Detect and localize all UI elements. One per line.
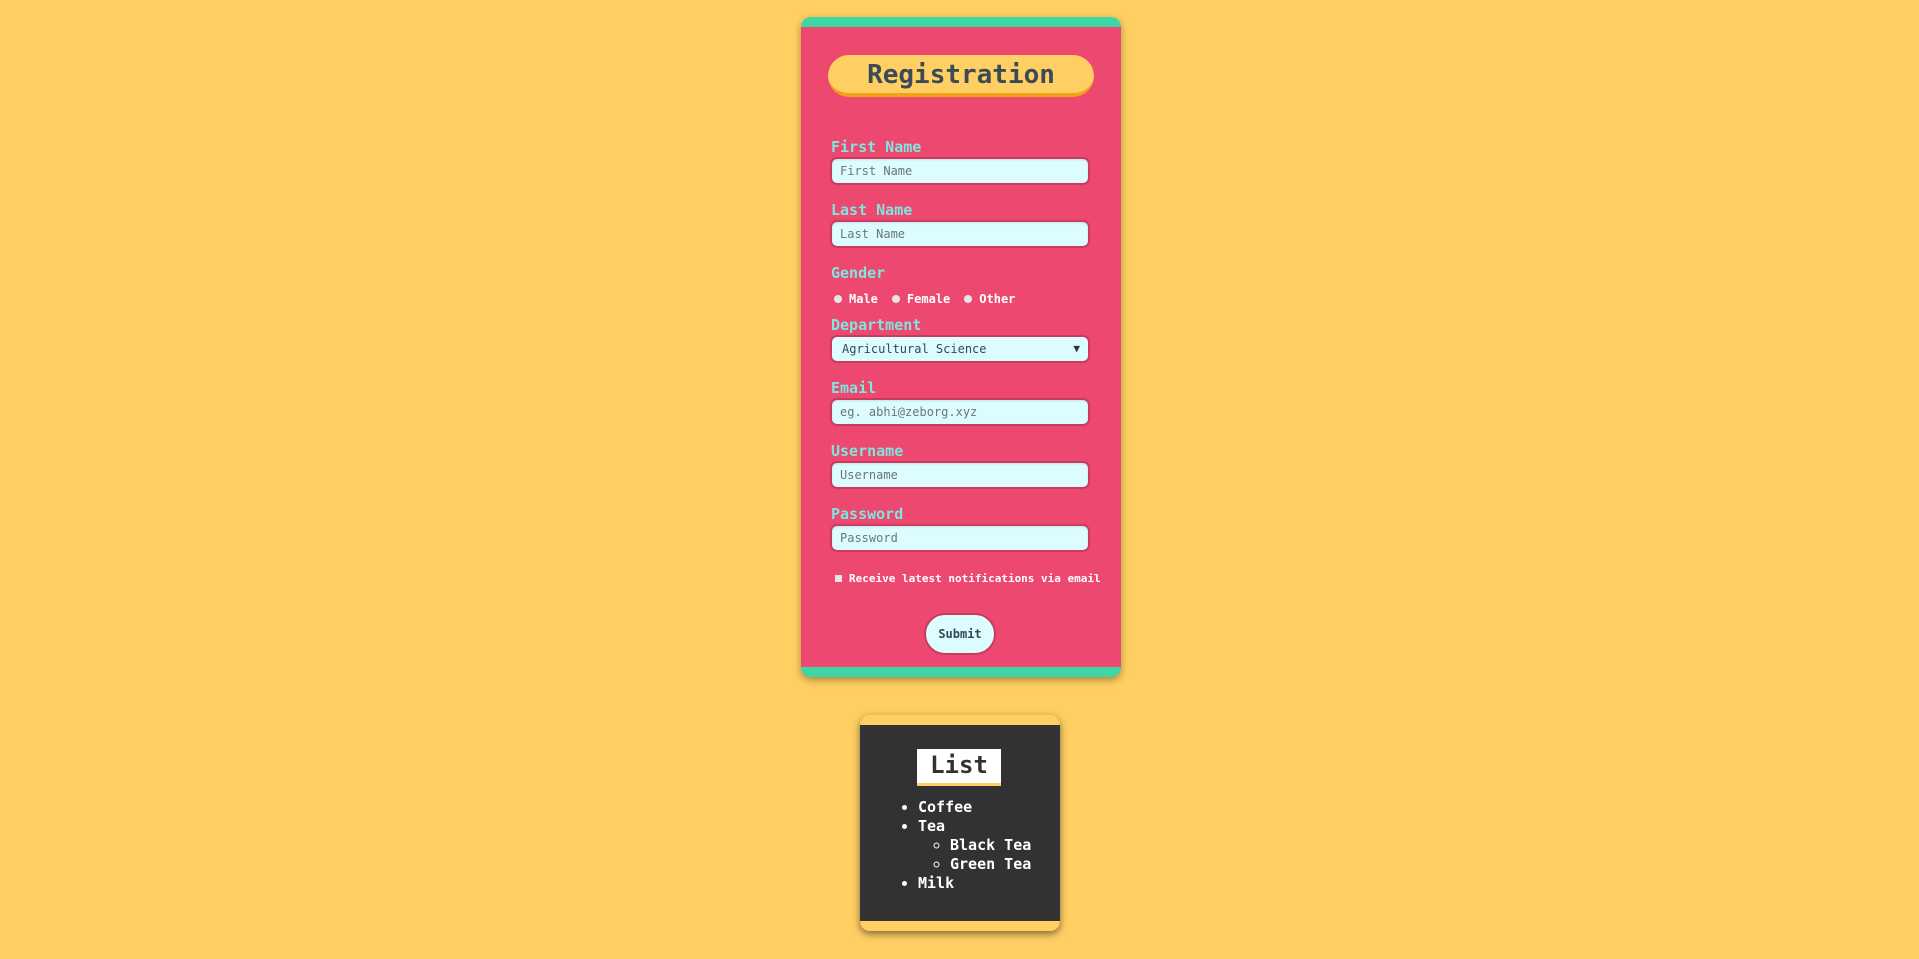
gender-radio-group: Male Female Other [834, 291, 1029, 307]
first-name-input[interactable] [830, 157, 1090, 185]
list-item-milk: Milk [918, 874, 1031, 893]
notifications-label: Receive latest notifications via email [849, 572, 1101, 585]
list-item-tea: Tea Black Tea Green Tea [918, 817, 1031, 874]
department-selected-value: Agricultural Science [842, 342, 987, 356]
list: Coffee Tea Black Tea Green Tea Milk [860, 798, 1031, 893]
list-item-label: Green Tea [950, 855, 1032, 873]
list-title: List [917, 749, 1001, 786]
last-name-label: Last Name [831, 201, 913, 219]
gender-radio-other[interactable]: Other [964, 292, 1015, 306]
radio-button-icon[interactable] [891, 295, 900, 303]
list-card: List Coffee Tea Black Tea Green Tea Milk [860, 715, 1060, 931]
email-input[interactable] [830, 398, 1090, 426]
last-name-input[interactable] [830, 220, 1090, 248]
department-select[interactable]: Agricultural Science ▼ [830, 335, 1090, 363]
gender-radio-female[interactable]: Female [891, 292, 951, 306]
gender-label: Gender [831, 264, 886, 282]
gender-option-label: Other [979, 292, 1016, 306]
list-item-black-tea: Black Tea [950, 836, 1031, 855]
department-label: Department [831, 316, 922, 334]
username-label: Username [831, 442, 904, 460]
list-item-coffee: Coffee [918, 798, 1031, 817]
list-item-label: Black Tea [950, 836, 1032, 854]
registration-form: Registration First Name Last Name Gender… [801, 17, 1121, 677]
notifications-checkbox-row[interactable]: Receive latest notifications via email [835, 572, 1101, 585]
list-item-label: Tea [918, 817, 946, 835]
first-name-label: First Name [831, 138, 922, 156]
checkbox-icon[interactable] [835, 575, 842, 582]
username-input[interactable] [830, 461, 1090, 489]
password-input[interactable] [830, 524, 1090, 552]
tea-sublist: Black Tea Green Tea [918, 836, 1031, 874]
page: Registration First Name Last Name Gender… [0, 0, 1919, 959]
gender-radio-male[interactable]: Male [834, 292, 878, 306]
submit-button[interactable]: Submit [924, 613, 996, 655]
dropdown-arrow-icon: ▼ [1073, 342, 1080, 355]
password-label: Password [831, 505, 904, 523]
list-item-label: Milk [918, 874, 955, 892]
list-item-label: Coffee [918, 798, 973, 816]
email-label: Email [831, 379, 877, 397]
list-item-green-tea: Green Tea [950, 855, 1031, 874]
radio-button-icon[interactable] [834, 295, 842, 303]
gender-option-label: Female [906, 292, 951, 306]
gender-option-label: Male [849, 292, 878, 306]
form-title: Registration [828, 55, 1094, 97]
radio-button-icon[interactable] [964, 295, 973, 303]
